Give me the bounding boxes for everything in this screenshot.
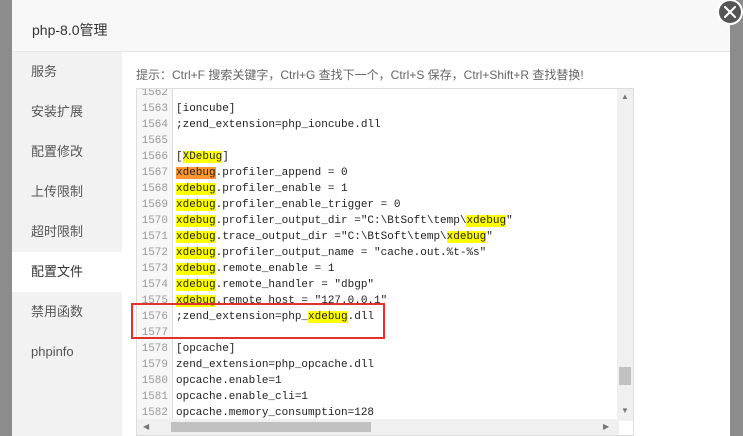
search-match: xdebug (176, 231, 216, 243)
code-line[interactable]: 1570 xdebug.profiler_output_dir ="C:\BtSo… (137, 213, 617, 229)
code-text[interactable]: [XDebug] (176, 149, 229, 165)
search-match: xdebug (176, 215, 216, 227)
line-number: 1570 (141, 215, 168, 227)
code-text[interactable]: xdebug.profiler_enable_trigger = 0 (176, 197, 400, 213)
code-line[interactable]: 1564 ;zend_extension=php_ioncube.dll (137, 117, 617, 133)
code-text[interactable]: ;zend_extension=php_ioncube.dll (176, 117, 381, 133)
scroll-left-icon[interactable]: ◀ (143, 423, 149, 431)
code-line[interactable]: 1572 xdebug.profiler_output_name = "cache… (137, 245, 617, 261)
code-text[interactable]: xdebug.profiler_output_dir ="C:\BtSoft\t… (176, 213, 513, 229)
search-match: XDebug (182, 151, 223, 163)
php-manager-dialog: php-8.0管理 服务 安装扩展 配置修改 上传限制 超时限制 配置文件 禁用… (12, 0, 730, 436)
code-text[interactable]: xdebug.profiler_output_name = "cache.out… (176, 245, 486, 261)
code-line[interactable]: 1580 opcache.enable=1 (137, 373, 617, 389)
scroll-up-icon[interactable]: ▲ (621, 93, 629, 101)
code-text[interactable]: xdebug.remote_enable = 1 (176, 261, 334, 277)
code-line[interactable]: 1569 xdebug.profiler_enable_trigger = 0 (137, 197, 617, 213)
annotation-highlight-box (131, 303, 385, 339)
dialog-titlebar: php-8.0管理 (12, 0, 730, 52)
search-match: xdebug (176, 247, 216, 259)
code-line[interactable]: 1581 opcache.enable_cli=1 (137, 389, 617, 405)
sidebar-item-service[interactable]: 服务 (12, 52, 122, 92)
sidebar-item-timeout-limit[interactable]: 超时限制 (12, 212, 122, 252)
search-match: xdebug (466, 215, 507, 227)
search-match: xdebug (176, 263, 216, 275)
line-number: 1562 (141, 88, 168, 99)
shortcut-hint: 提示：Ctrl+F 搜索关键字，Ctrl+G 查找下一个，Ctrl+S 保存，C… (136, 68, 584, 82)
line-number: 1580 (141, 375, 168, 387)
config-file-editor[interactable]: 1562 1563 [ioncube] 1564 ;zend_extension=php… (136, 88, 634, 436)
code-line[interactable]: 1565 (137, 133, 617, 149)
line-number: 1574 (141, 279, 168, 291)
code-text[interactable]: xdebug.remote_handler = "dbgp" (176, 277, 374, 293)
line-number: 1571 (141, 231, 168, 243)
sidebar-item-config-file[interactable]: 配置文件 (12, 252, 122, 292)
code-text[interactable]: zend_extension=php_opcache.dll (176, 357, 374, 373)
code-line[interactable]: 1562 (137, 88, 617, 101)
line-number: 1569 (141, 199, 168, 211)
search-match: xdebug (176, 183, 216, 195)
close-button[interactable] (717, 0, 743, 25)
search-match: xdebug (176, 199, 216, 211)
line-number: 1566 (141, 151, 168, 163)
dialog-title: php-8.0管理 (32, 22, 108, 38)
search-match: xdebug (176, 279, 216, 291)
line-number: 1567 (141, 167, 168, 179)
search-match: xdebug (176, 167, 216, 179)
line-number: 1568 (141, 183, 168, 195)
sidebar-item-disabled-functions[interactable]: 禁用函数 (12, 292, 122, 332)
code-line[interactable]: 1571 xdebug.trace_output_dir ="C:\BtSoft\… (137, 229, 617, 245)
code-text[interactable]: [ioncube] (176, 101, 235, 117)
code-lines[interactable]: 1562 1563 [ioncube] 1564 ;zend_extension=php… (137, 88, 617, 421)
code-text[interactable]: [opcache] (176, 341, 235, 357)
scroll-down-icon[interactable]: ▼ (621, 407, 629, 415)
sidebar-item-config-edit[interactable]: 配置修改 (12, 132, 122, 172)
horizontal-scroll-thumb[interactable] (171, 422, 371, 432)
sidebar-item-install-extensions[interactable]: 安装扩展 (12, 92, 122, 132)
code-text[interactable]: xdebug.profiler_enable = 1 (176, 181, 348, 197)
line-number: 1578 (141, 343, 168, 355)
horizontal-scrollbar[interactable]: ◀ ▶ (137, 419, 619, 435)
vertical-scrollbar[interactable]: ▲ ▼ (617, 89, 633, 421)
code-text[interactable]: xdebug.trace_output_dir ="C:\BtSoft\temp… (176, 229, 493, 245)
line-number: 1579 (141, 359, 168, 371)
line-number: 1581 (141, 391, 168, 403)
code-line[interactable]: 1563 [ioncube] (137, 101, 617, 117)
line-number: 1563 (141, 103, 168, 115)
code-text[interactable]: xdebug.profiler_append = 0 (176, 165, 348, 181)
code-line[interactable]: 1578 [opcache] (137, 341, 617, 357)
code-line[interactable]: 1573 xdebug.remote_enable = 1 (137, 261, 617, 277)
code-line[interactable]: 1566 [XDebug] (137, 149, 617, 165)
close-icon[interactable] (724, 6, 736, 18)
search-match: xdebug (446, 231, 487, 243)
code-line[interactable]: 1579 zend_extension=php_opcache.dll (137, 357, 617, 373)
line-number: 1572 (141, 247, 168, 259)
sidebar-item-upload-limit[interactable]: 上传限制 (12, 172, 122, 212)
code-text[interactable]: opcache.enable_cli=1 (176, 389, 308, 405)
line-number: 1564 (141, 119, 168, 131)
code-line[interactable]: 1567 xdebug.profiler_append = 0 (137, 165, 617, 181)
main-panel: 提示：Ctrl+F 搜索关键字，Ctrl+G 查找下一个，Ctrl+S 保存，C… (122, 52, 730, 436)
scroll-right-icon[interactable]: ▶ (603, 423, 609, 431)
vertical-scroll-thumb[interactable] (619, 367, 631, 385)
line-number: 1565 (141, 135, 168, 147)
code-text[interactable]: opcache.enable=1 (176, 373, 282, 389)
code-line[interactable]: 1574 xdebug.remote_handler = "dbgp" (137, 277, 617, 293)
code-line[interactable]: 1568 xdebug.profiler_enable = 1 (137, 181, 617, 197)
line-number: 1573 (141, 263, 168, 275)
sidebar-item-phpinfo[interactable]: phpinfo (12, 332, 122, 372)
sidebar: 服务 安装扩展 配置修改 上传限制 超时限制 配置文件 禁用函数 phpinfo (12, 52, 122, 436)
